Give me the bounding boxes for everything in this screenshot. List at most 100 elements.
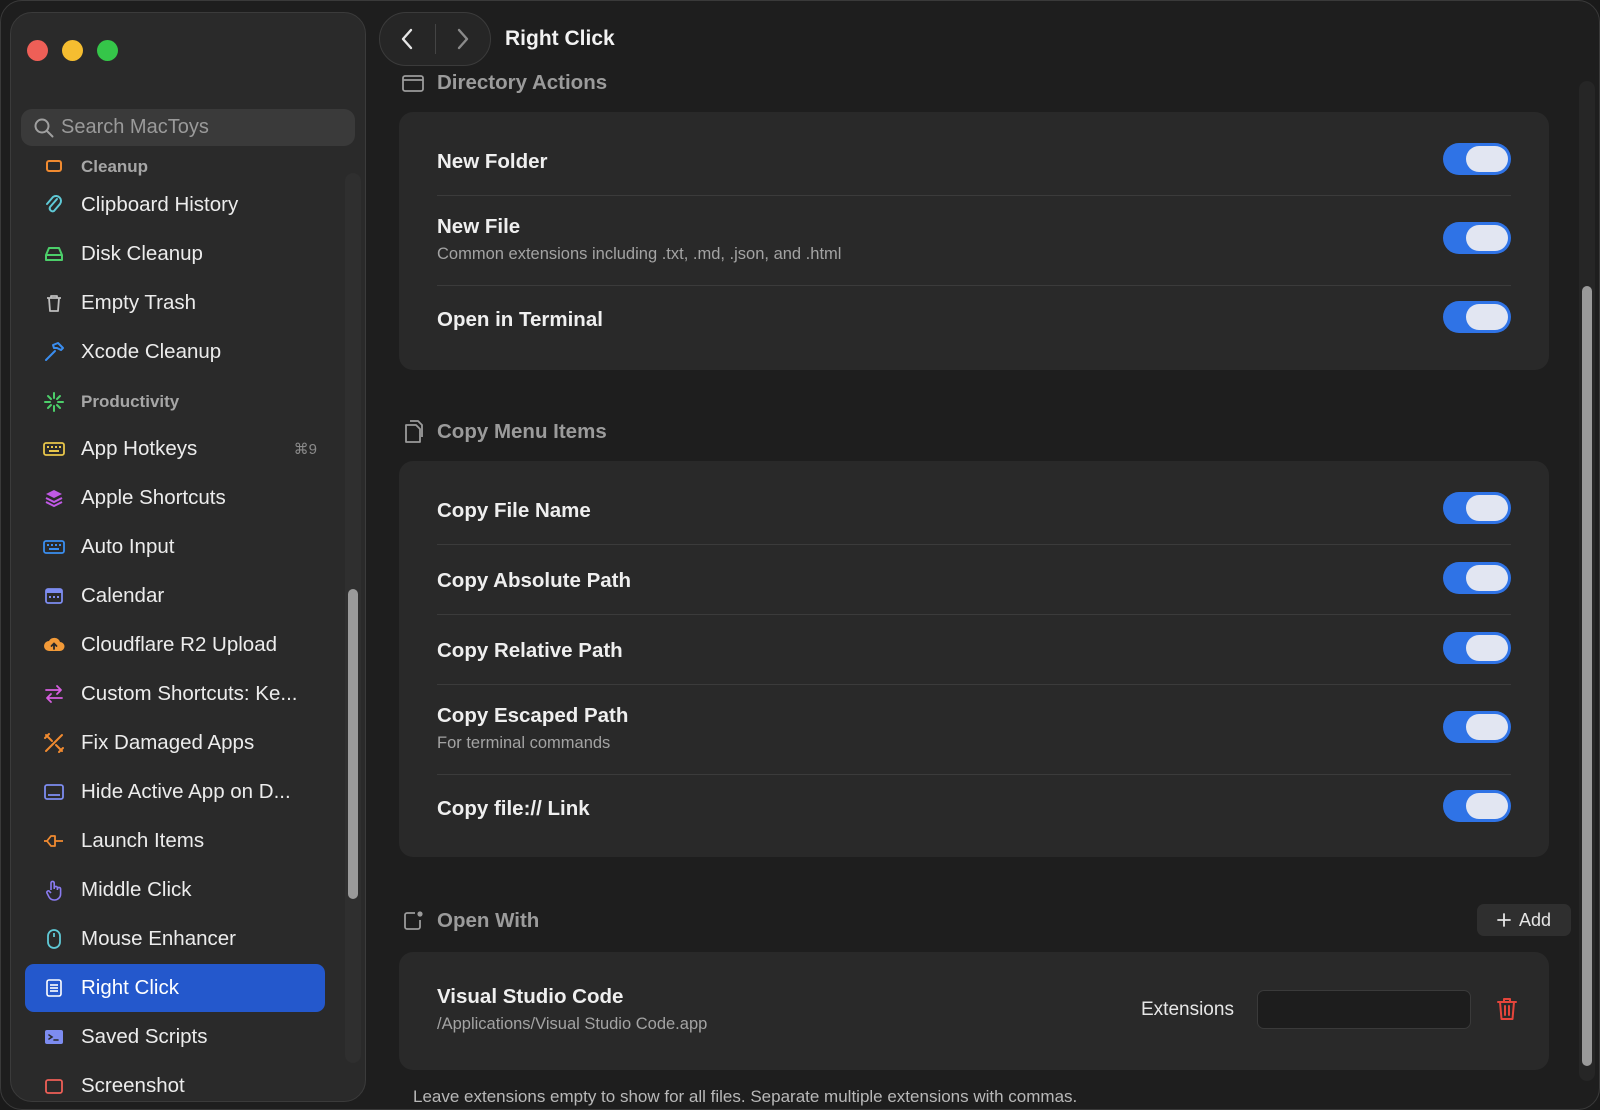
section-directory-actions: Directory Actions <box>399 71 607 95</box>
row-label: Open in Terminal <box>437 308 603 331</box>
add-app-button[interactable]: Add <box>1477 904 1571 936</box>
toggle-knob <box>1466 146 1508 172</box>
main-scrollbar[interactable] <box>1579 81 1595 1081</box>
sidebar-item-label: Cloudflare R2 Upload <box>81 633 278 656</box>
sidebar-item-label: Auto Input <box>81 535 175 558</box>
sidebar-item-middle-click[interactable]: Middle Click <box>25 866 325 914</box>
sidebar-item-app-hotkeys[interactable]: App Hotkeys ⌘9 <box>25 425 325 473</box>
row-separator <box>437 285 1511 286</box>
layers-icon <box>39 488 69 508</box>
row-open-in-terminal: Open in Terminal <box>437 301 1511 333</box>
main-scroll-thumb[interactable] <box>1582 286 1592 1066</box>
sidebar-item-label: Middle Click <box>81 878 192 901</box>
row-copy-file-name: Copy File Name <box>437 492 1511 524</box>
sidebar-item-label: Launch Items <box>81 829 205 852</box>
terminal-icon <box>39 1028 69 1046</box>
new-file-toggle[interactable] <box>1443 222 1511 254</box>
sidebar-item-cleanup[interactable]: Cleanup <box>25 153 325 177</box>
row-copy-escaped-path: Copy Escaped Path For terminal commands <box>437 704 1511 753</box>
close-window-button[interactable] <box>27 40 48 61</box>
chevron-left-icon <box>402 28 413 50</box>
copy-escaped-path-toggle[interactable] <box>1443 711 1511 743</box>
sidebar-item-label: Right Click <box>81 976 179 999</box>
sidebar-item-launch-items[interactable]: Launch Items <box>25 817 325 865</box>
open-with-card: Visual Studio Code /Applications/Visual … <box>399 952 1549 1070</box>
sparkle-icon <box>39 391 69 413</box>
sidebar-scrollbar[interactable] <box>345 173 361 1063</box>
copy-absolute-path-toggle[interactable] <box>1443 562 1511 594</box>
disk-icon <box>39 245 69 263</box>
sidebar-item-auto-input[interactable]: Auto Input <box>25 523 325 571</box>
row-separator <box>437 774 1511 775</box>
sidebar-section-productivity: Productivity <box>25 378 325 426</box>
delete-app-button[interactable] <box>1496 996 1518 1027</box>
pointer-icon <box>39 879 69 901</box>
row-separator <box>437 195 1511 196</box>
section-copy-menu-items: Copy Menu Items <box>399 419 607 445</box>
sidebar-item-right-click[interactable]: Right Click <box>25 964 325 1012</box>
row-copy-file-link: Copy file:// Link <box>437 790 1511 822</box>
sidebar-item-hide-active-app[interactable]: Hide Active App on D... <box>25 768 325 816</box>
sidebar-item-label: Empty Trash <box>81 291 197 314</box>
sidebar-item-label: Custom Shortcuts: Ke... <box>81 682 298 705</box>
copy-document-icon <box>399 419 427 445</box>
copy-file-link-toggle[interactable] <box>1443 790 1511 822</box>
row-label: Copy Absolute Path <box>437 569 631 592</box>
sidebar-list[interactable]: Cleanup Clipboard History Disk Cleanup E… <box>11 153 341 1101</box>
trash-icon <box>1497 998 1517 1020</box>
row-label: Copy File Name <box>437 499 591 522</box>
new-folder-toggle[interactable] <box>1443 143 1511 175</box>
main-content: Right Click Directory Actions New Folder… <box>379 1 1599 1109</box>
toggle-knob <box>1466 495 1508 521</box>
extensions-input[interactable] <box>1257 990 1471 1029</box>
paperclip-icon <box>39 194 69 216</box>
app-window: Search MacToys Cleanup Clipboard History <box>0 0 1600 1110</box>
row-label: New Folder <box>437 150 548 173</box>
row-new-file: New File Common extensions including .tx… <box>437 215 1511 264</box>
toggle-knob <box>1466 793 1508 819</box>
keyboard-icon <box>39 441 69 457</box>
back-button[interactable] <box>380 12 435 66</box>
forward-button[interactable] <box>435 12 490 66</box>
sidebar-item-disk-cleanup[interactable]: Disk Cleanup <box>25 230 325 278</box>
sidebar-item-custom-shortcuts[interactable]: Custom Shortcuts: Ke... <box>25 670 325 718</box>
copy-relative-path-toggle[interactable] <box>1443 632 1511 664</box>
sidebar: Search MacToys Cleanup Clipboard History <box>10 12 366 1102</box>
page-title: Right Click <box>505 27 615 50</box>
sidebar-item-label: Clipboard History <box>81 193 239 216</box>
screenshot-icon <box>39 1077 69 1095</box>
trash-icon <box>39 293 69 313</box>
copy-file-name-toggle[interactable] <box>1443 492 1511 524</box>
zoom-window-button[interactable] <box>97 40 118 61</box>
sidebar-item-label: App Hotkeys <box>81 437 198 460</box>
sidebar-item-apple-shortcuts[interactable]: Apple Shortcuts <box>25 474 325 522</box>
row-subtitle: Common extensions including .txt, .md, .… <box>437 245 842 263</box>
sidebar-scroll-thumb[interactable] <box>348 589 358 899</box>
arrows-icon <box>39 684 69 704</box>
sidebar-item-cloudflare-r2-upload[interactable]: Cloudflare R2 Upload <box>25 621 325 669</box>
sidebar-item-fix-damaged-apps[interactable]: Fix Damaged Apps <box>25 719 325 767</box>
open-with-icon <box>399 910 427 932</box>
section-title: Open With <box>437 909 540 932</box>
calendar-icon <box>39 587 69 605</box>
open-with-footnote: Leave extensions empty to show for all f… <box>413 1087 1078 1106</box>
sidebar-item-calendar[interactable]: Calendar <box>25 572 325 620</box>
sidebar-item-mouse-enhancer[interactable]: Mouse Enhancer <box>25 915 325 963</box>
cleanup-icon <box>39 157 69 177</box>
sidebar-item-empty-trash[interactable]: Empty Trash <box>25 279 325 327</box>
row-copy-relative-path: Copy Relative Path <box>437 632 1511 664</box>
keyboard-icon <box>39 539 69 555</box>
sidebar-item-label: Saved Scripts <box>81 1025 208 1048</box>
folder-icon <box>399 73 427 93</box>
row-separator <box>437 684 1511 685</box>
sidebar-item-clipboard-history[interactable]: Clipboard History <box>25 181 325 229</box>
sidebar-item-xcode-cleanup[interactable]: Xcode Cleanup <box>25 328 325 376</box>
sidebar-section-label: Productivity <box>81 392 180 411</box>
minimize-window-button[interactable] <box>62 40 83 61</box>
sidebar-item-saved-scripts[interactable]: Saved Scripts <box>25 1013 325 1061</box>
open-in-terminal-toggle[interactable] <box>1443 301 1511 333</box>
search-input[interactable]: Search MacToys <box>21 109 355 146</box>
sidebar-item-screenshot[interactable]: Screenshot <box>25 1062 325 1101</box>
section-title: Directory Actions <box>437 71 608 94</box>
toggle-knob <box>1466 635 1508 661</box>
